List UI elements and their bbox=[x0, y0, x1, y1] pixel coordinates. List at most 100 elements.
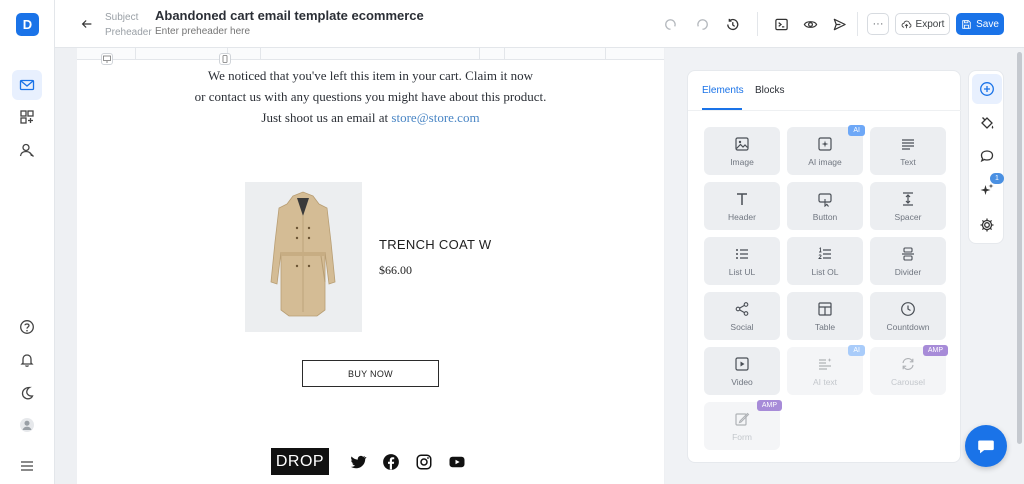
tile-label: Text bbox=[900, 157, 916, 167]
ai-assistant-tool[interactable]: 1 bbox=[972, 173, 1004, 205]
chat-bubble-icon bbox=[980, 150, 994, 163]
facebook-icon bbox=[383, 454, 399, 470]
ruler-tick bbox=[504, 48, 505, 60]
twitter-link[interactable] bbox=[348, 452, 368, 472]
youtube-link[interactable] bbox=[447, 452, 467, 472]
tile-label: Video bbox=[731, 377, 753, 387]
product-name: TRENCH COAT W bbox=[379, 237, 492, 252]
notifications-nav-item[interactable] bbox=[12, 345, 42, 375]
email-canvas[interactable]: We noticed that you've left this item in… bbox=[77, 48, 664, 484]
social-icon bbox=[733, 300, 751, 318]
tile-countdown[interactable]: Countdown bbox=[870, 292, 946, 340]
tile-image[interactable]: Image bbox=[704, 127, 780, 175]
product-image[interactable] bbox=[245, 182, 362, 332]
countdown-icon bbox=[899, 300, 917, 318]
canvas-ruler bbox=[77, 48, 664, 60]
youtube-icon bbox=[449, 456, 465, 468]
profile-nav-item[interactable] bbox=[12, 410, 42, 440]
appearance-tool[interactable] bbox=[972, 108, 1002, 138]
tile-table[interactable]: Table bbox=[787, 292, 863, 340]
send-test-button[interactable] bbox=[828, 13, 850, 35]
divider-icon bbox=[899, 245, 917, 263]
history-button[interactable] bbox=[721, 13, 743, 35]
hamburger-icon bbox=[21, 461, 33, 471]
instagram-icon bbox=[416, 454, 432, 470]
back-button[interactable] bbox=[77, 14, 97, 34]
tile-ai-text[interactable]: AI AI text bbox=[787, 345, 865, 395]
tile-label: AI image bbox=[808, 157, 842, 167]
carousel-icon bbox=[899, 355, 917, 373]
settings-tool[interactable] bbox=[972, 210, 1002, 240]
sparkles-icon bbox=[980, 183, 994, 195]
arrow-left-icon bbox=[81, 20, 92, 28]
templates-nav-item[interactable] bbox=[12, 102, 42, 132]
tab-divider bbox=[688, 110, 962, 111]
notification-badge: 1 bbox=[990, 173, 1004, 184]
undo-button[interactable] bbox=[659, 13, 681, 35]
comments-tool[interactable] bbox=[972, 141, 1002, 171]
mobile-view-toggle[interactable] bbox=[219, 53, 231, 65]
message-line-3: Just shoot us an email at store@store.co… bbox=[77, 110, 664, 126]
bell-icon bbox=[20, 354, 34, 367]
toolbar-divider bbox=[857, 12, 858, 36]
amp-badge: AMP bbox=[756, 400, 782, 411]
tile-label: List OL bbox=[811, 267, 839, 277]
avatar-icon bbox=[20, 418, 34, 432]
tile-ai-image[interactable]: AI AI image bbox=[787, 125, 865, 175]
help-nav-item[interactable] bbox=[12, 312, 42, 342]
send-icon bbox=[833, 18, 846, 30]
tile-video[interactable]: Video bbox=[704, 347, 780, 395]
tile-button[interactable]: Button bbox=[787, 182, 863, 230]
video-icon bbox=[733, 355, 751, 373]
facebook-link[interactable] bbox=[381, 452, 401, 472]
tile-text[interactable]: Text bbox=[870, 127, 946, 175]
tile-header[interactable]: Header bbox=[704, 182, 780, 230]
tile-label: AI text bbox=[812, 377, 838, 387]
redo-icon bbox=[696, 18, 708, 30]
contacts-nav-item[interactable] bbox=[12, 135, 42, 165]
tile-label: Header bbox=[728, 212, 756, 222]
tile-social[interactable]: Social bbox=[704, 292, 780, 340]
ai-image-icon bbox=[816, 135, 834, 153]
support-chat-button[interactable] bbox=[965, 425, 1007, 467]
theme-toggle[interactable] bbox=[12, 378, 42, 408]
top-bar: Subject Abandoned cart email template ec… bbox=[55, 0, 1024, 48]
tile-form[interactable]: AMP Form bbox=[704, 400, 782, 450]
tile-spacer[interactable]: Spacer bbox=[870, 182, 946, 230]
menu-nav-item[interactable] bbox=[12, 451, 42, 481]
add-elements-tool[interactable] bbox=[972, 74, 1002, 104]
spacer-icon bbox=[899, 190, 917, 208]
text-icon bbox=[899, 135, 917, 153]
more-button[interactable]: ··· bbox=[867, 13, 889, 35]
eye-icon bbox=[803, 20, 817, 28]
export-button[interactable]: Export bbox=[895, 13, 950, 35]
redo-button[interactable] bbox=[691, 13, 713, 35]
tile-label: Image bbox=[730, 157, 754, 167]
desktop-view-toggle[interactable] bbox=[101, 53, 113, 65]
store-email-link[interactable]: store@store.com bbox=[391, 110, 479, 125]
tab-elements[interactable]: Elements bbox=[702, 85, 744, 96]
list-ol-icon bbox=[816, 245, 834, 263]
buy-now-button[interactable]: BUY NOW bbox=[302, 360, 439, 387]
tab-blocks[interactable]: Blocks bbox=[755, 85, 784, 96]
code-view-button[interactable] bbox=[770, 13, 792, 35]
tile-carousel[interactable]: AMP Carousel bbox=[870, 345, 948, 395]
tile-divider[interactable]: Divider bbox=[870, 237, 946, 285]
save-button[interactable]: Save bbox=[956, 13, 1004, 35]
subject-field[interactable]: Abandoned cart email template ecommerce bbox=[155, 8, 424, 23]
tile-list-ol[interactable]: List OL bbox=[787, 237, 863, 285]
button-icon bbox=[816, 190, 834, 208]
preheader-input[interactable] bbox=[155, 26, 355, 37]
app-logo[interactable]: D bbox=[16, 13, 39, 36]
save-icon bbox=[962, 19, 971, 29]
instagram-link[interactable] bbox=[414, 452, 434, 472]
tile-label: List UL bbox=[728, 267, 756, 277]
trench-coat-image bbox=[270, 191, 336, 317]
scrollbar-thumb[interactable] bbox=[1017, 52, 1022, 444]
footer-logo[interactable]: DROP bbox=[271, 448, 329, 475]
tile-label: Social bbox=[730, 322, 754, 332]
preview-button[interactable] bbox=[799, 13, 821, 35]
ruler-tick bbox=[260, 48, 261, 60]
tile-list-ul[interactable]: List UL bbox=[704, 237, 780, 285]
email-nav-item[interactable] bbox=[12, 70, 42, 100]
